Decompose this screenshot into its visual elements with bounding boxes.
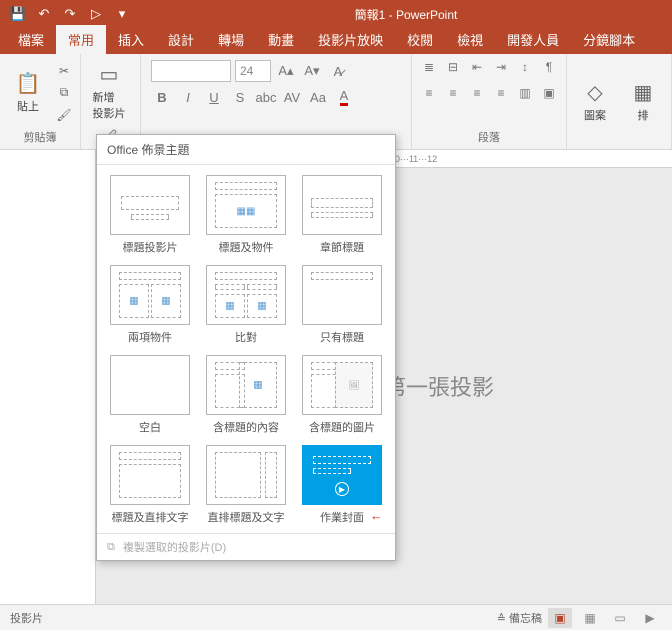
undo-button[interactable]: ↶ [32, 2, 56, 26]
slide-tab-label[interactable]: 投影片 [10, 610, 43, 626]
tab-review[interactable]: 校閱 [395, 25, 445, 54]
layout-title-vtext[interactable]: 標題及直排文字 [103, 441, 197, 529]
qat-more-button[interactable]: ▾ [110, 2, 134, 26]
bullets-button[interactable]: ≣ [418, 56, 440, 78]
align-right-button[interactable]: ≡ [466, 82, 488, 104]
shapes-button[interactable]: ◇ 圖案 [573, 67, 617, 137]
layout-section-header[interactable]: 章節標題 [295, 171, 389, 259]
indent-dec-button[interactable]: ⇤ [466, 56, 488, 78]
layout-content-caption[interactable]: ▦ 含標題的內容 [199, 351, 293, 439]
tab-developer[interactable]: 開發人員 [495, 25, 571, 54]
italic-button[interactable]: I [177, 86, 199, 108]
group-paragraph: ≣ ⊟ ⇤ ⇥ ↕ ¶ ≡ ≡ ≡ ≡ ▥ ▣ 段落 [412, 54, 567, 149]
arrange-label: 排 [638, 107, 649, 123]
layout-blank[interactable]: 空白 [103, 351, 197, 439]
format-painter-button[interactable]: 🖌 [54, 105, 74, 125]
notes-button[interactable]: ≙ 備忘稿 [497, 610, 542, 626]
align-center-button[interactable]: ≡ [442, 82, 464, 104]
paste-icon: 📋 [16, 71, 41, 96]
increase-font-button[interactable]: A▴ [275, 60, 297, 82]
indent-inc-button[interactable]: ⇥ [490, 56, 512, 78]
status-bar: 投影片 ≙ 備忘稿 ▣ ▦ ▭ ▶ [0, 604, 672, 630]
layout-work-cover[interactable]: ▶ 作業封面 ← [295, 441, 389, 529]
text-direction-button[interactable]: ¶ [538, 56, 560, 78]
align-left-button[interactable]: ≡ [418, 82, 440, 104]
tab-view[interactable]: 檢視 [445, 25, 495, 54]
slide-panel[interactable] [0, 150, 96, 604]
font-color-button[interactable]: A [333, 86, 355, 108]
change-case-button[interactable]: Aa [307, 86, 329, 108]
redo-button[interactable]: ↷ [58, 2, 82, 26]
group-label-clipboard: 剪貼簿 [6, 129, 74, 147]
line-spacing-button[interactable]: ↕ [514, 56, 536, 78]
shapes-label: 圖案 [584, 107, 606, 123]
tab-file[interactable]: 檔案 [6, 25, 56, 54]
group-drawing: ◇ 圖案 ▦ 排 [567, 54, 672, 149]
numbering-button[interactable]: ⊟ [442, 56, 464, 78]
font-family-combo[interactable] [151, 60, 231, 82]
underline-button[interactable]: U [203, 86, 225, 108]
paste-label: 貼上 [17, 98, 39, 114]
layout-picture-caption[interactable]: 🖼 含標題的圖片 [295, 351, 389, 439]
dropdown-footer[interactable]: ⧉ 複製選取的投影片(D) [97, 533, 395, 560]
cut-button[interactable]: ✂ [54, 61, 74, 81]
shapes-icon: ◇ [587, 80, 602, 105]
duplicate-icon: ⧉ [107, 541, 115, 554]
new-slide-icon: ▭ [100, 62, 119, 87]
tab-insert[interactable]: 插入 [106, 25, 156, 54]
group-clipboard: 📋 貼上 ✂ ⧉ 🖌 剪貼簿 [0, 54, 81, 149]
layout-grid: 標題投影片 ▦▦ 標題及物件 章節標題 ▦▦ 兩項物件 ▦▦ 比對 只有標題 空… [97, 165, 395, 533]
clear-format-button[interactable]: A̷ [327, 60, 349, 82]
group-label-paragraph: 段落 [418, 129, 560, 147]
smartart-button[interactable]: ▣ [538, 82, 560, 104]
copy-button[interactable]: ⧉ [54, 83, 74, 103]
arrange-icon: ▦ [634, 80, 653, 105]
arrange-button[interactable]: ▦ 排 [621, 67, 665, 137]
layout-vtitle-vtext[interactable]: 直排標題及文字 [199, 441, 293, 529]
spacing-button[interactable]: AV [281, 86, 303, 108]
dropdown-header: Office 佈景主題 [97, 135, 395, 165]
new-slide-button[interactable]: ▭ 新增 投影片 [87, 57, 131, 127]
justify-button[interactable]: ≡ [490, 82, 512, 104]
title-bar: 💾 ↶ ↷ ▷ ▾ 簡報1 - PowerPoint [0, 0, 672, 28]
layout-title-slide[interactable]: 標題投影片 [103, 171, 197, 259]
decrease-font-button[interactable]: A▾ [301, 60, 323, 82]
window-title: 簡報1 - PowerPoint [140, 6, 672, 23]
strike-button[interactable]: S [229, 86, 251, 108]
columns-button[interactable]: ▥ [514, 82, 536, 104]
view-sorter-button[interactable]: ▦ [578, 608, 602, 628]
tab-slideshow[interactable]: 投影片放映 [306, 25, 395, 54]
font-size-combo[interactable]: 24 [235, 60, 271, 82]
layout-comparison[interactable]: ▦▦ 比對 [199, 261, 293, 349]
bold-button[interactable]: B [151, 86, 173, 108]
paste-button[interactable]: 📋 貼上 [6, 58, 50, 128]
layout-title-only[interactable]: 只有標題 [295, 261, 389, 349]
tab-storyboard[interactable]: 分鏡腳本 [571, 25, 647, 54]
save-button[interactable]: 💾 [6, 2, 30, 26]
new-slide-label: 新增 投影片 [93, 89, 126, 121]
slideshow-button[interactable]: ▷ [84, 2, 108, 26]
tab-home[interactable]: 常用 [56, 25, 106, 54]
tab-design[interactable]: 設計 [156, 25, 206, 54]
layout-two-content[interactable]: ▦▦ 兩項物件 [103, 261, 197, 349]
quick-access-toolbar: 💾 ↶ ↷ ▷ ▾ [0, 2, 140, 26]
dropdown-footer-label: 複製選取的投影片(D) [123, 539, 226, 555]
tab-transitions[interactable]: 轉場 [206, 25, 256, 54]
view-slideshow-button[interactable]: ▶ [638, 608, 662, 628]
view-reading-button[interactable]: ▭ [608, 608, 632, 628]
layout-title-content[interactable]: ▦▦ 標題及物件 [199, 171, 293, 259]
shadow-button[interactable]: abc [255, 86, 277, 108]
arrow-indicator-icon: ← [370, 508, 383, 523]
ribbon-tabs: 檔案 常用 插入 設計 轉場 動畫 投影片放映 校閱 檢視 開發人員 分鏡腳本 [0, 28, 672, 54]
tab-animations[interactable]: 動畫 [256, 25, 306, 54]
new-slide-layout-dropdown: Office 佈景主題 標題投影片 ▦▦ 標題及物件 章節標題 ▦▦ 兩項物件 … [96, 134, 396, 561]
view-normal-button[interactable]: ▣ [548, 608, 572, 628]
